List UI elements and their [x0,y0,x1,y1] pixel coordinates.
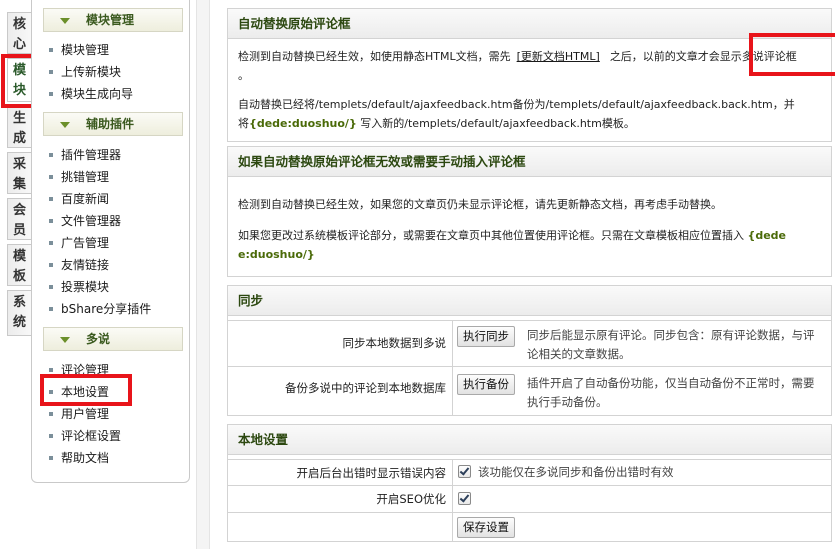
bullet-icon [49,389,53,394]
sync-panel: 同步 同步本地数据到多说 执行同步 同步后能显示原有评论。同步包含：原有评论数据… [227,285,832,416]
run-backup-button[interactable]: 执行备份 [457,374,515,395]
bullet-icon [49,47,53,52]
check-icon [459,492,470,503]
menu-item-module-manage[interactable]: 模块管理 [49,40,109,60]
group-header-module-management[interactable]: 模块管理 [43,8,183,32]
frame-scrollbar[interactable] [196,0,210,549]
bullet-icon [49,262,53,267]
tab-generate[interactable]: 生成 [7,106,31,148]
menu-item-ad-manage[interactable]: 广告管理 [49,233,109,253]
tab-collect[interactable]: 采集 [7,152,31,194]
group-header-duoshuo[interactable]: 多说 [43,327,183,351]
menu-item-user-manage[interactable]: 用户管理 [49,404,109,424]
row-divider [452,486,453,512]
menu-item-bshare[interactable]: bShare分享插件 [49,299,151,319]
tab-members[interactable]: 会员 [7,198,31,240]
panel-title: 同步 [228,286,831,316]
collapse-triangle-icon [60,337,70,343]
row-label: 同步本地数据到多说 [342,336,447,350]
group-header-plugins[interactable]: 辅助插件 [43,112,183,136]
bullet-icon [49,152,53,157]
tab-system[interactable]: 系统 [7,290,31,336]
manual-insert-panel: 如果自动替换原始评论框无效或需要手动插入评论框 检测到自动替换已经生效，如果您的… [227,146,832,277]
collapse-triangle-icon [60,122,70,128]
bullet-icon [49,411,53,416]
dede-tag-code: {dede:duoshuo/} [249,117,357,130]
menu-item-comment-manage[interactable]: 评论管理 [49,360,109,380]
row-description: 该功能仅在多说同步和备份出错时有效 [478,465,674,479]
seo-checkbox[interactable] [458,492,471,505]
bullet-icon [49,240,53,245]
menu-item-error-manage[interactable]: 挑错管理 [49,167,109,187]
bullet-icon [49,218,53,223]
bullet-icon [49,433,53,438]
local-settings-panel: 本地设置 开启后台出错时显示错误内容 该功能仅在多说同步和备份出错时有效 开启S… [227,424,832,542]
row-divider [452,367,453,416]
tab-templates[interactable]: 模板 [7,244,31,286]
menu-item-help-docs[interactable]: 帮助文档 [49,448,109,468]
manual-insert-instructions: 如果您更改过系统模板评论部分，或需要在文章页中其他位置使用评论框。只需在文章模板… [238,229,786,261]
setting-row-save: 保存设置 [228,512,831,541]
bullet-icon [49,367,53,372]
bullet-icon [49,306,53,311]
bullet-icon [49,174,53,179]
bullet-icon [49,455,53,460]
row-description: 插件开启了自动备份功能，仅当自动备份不正常时，需要 执行手动备份。 [527,376,815,409]
panel-title: 自动替换原始评论框 [228,9,831,39]
row-label: 开启SEO优化 [376,492,446,506]
tab-modules[interactable]: 模块 [7,58,31,102]
update-html-link[interactable]: [更新文档HTML] [517,50,600,63]
menu-item-file-manager[interactable]: 文件管理器 [49,211,121,231]
menu-item-local-settings[interactable]: 本地设置 [49,382,109,402]
menu-item-comment-box-settings[interactable]: 评论框设置 [49,426,121,446]
save-settings-button[interactable]: 保存设置 [457,517,515,538]
auto-replace-notice: 检测到自动替换已经生效，如使用静态HTML文档，需先 [更新文档HTML] 之后，以… [238,50,797,82]
sync-row-upload: 同步本地数据到多说 执行同步 同步后能显示原有评论。同步包含：原有评论数据，与评… [228,320,831,366]
sync-row-backup: 备份多说中的评论到本地数据库 执行备份 插件开启了自动备份功能，仅当自动备份不正… [228,366,831,416]
row-description: 同步后能显示原有评论。同步包含：原有评论数据，与评 论相关的文章数据。 [527,328,815,361]
bullet-icon [49,91,53,96]
row-label: 备份多说中的评论到本地数据库 [285,381,446,395]
row-divider [452,513,453,541]
row-label: 开启后台出错时显示错误内容 [296,466,447,480]
menu-item-vote-module[interactable]: 投票模块 [49,277,109,297]
check-icon [459,465,470,476]
run-sync-button[interactable]: 执行同步 [457,326,515,347]
bullet-icon [49,196,53,201]
row-divider [452,321,453,366]
bullet-icon [49,69,53,74]
row-divider [452,460,453,485]
tab-core[interactable]: 核心 [7,12,31,54]
setting-row-error-display: 开启后台出错时显示错误内容 该功能仅在多说同步和备份出错时有效 [228,459,831,485]
panel-title: 如果自动替换原始评论框无效或需要手动插入评论框 [228,147,831,177]
menu-item-plugin-manager[interactable]: 插件管理器 [49,145,121,165]
bullet-icon [49,284,53,289]
menu-item-upload-module[interactable]: 上传新模块 [49,62,121,82]
auto-replace-panel: 自动替换原始评论框 检测到自动替换已经生效，如使用静态HTML文档，需先 [更新文… [227,8,832,142]
panel-title: 本地设置 [228,425,831,455]
menu-item-baidu-news[interactable]: 百度新闻 [49,189,109,209]
error-display-checkbox[interactable] [458,465,471,478]
manual-insert-notice: 检测到自动替换已经生效，如果您的文章页仍未显示评论框，请先更新静态文档，再考虑手… [238,198,722,211]
left-menu-panel: 模块管理 模块管理 上传新模块 模块生成向导 辅助插件 插件管理器 挑错管理 百… [31,0,190,483]
setting-row-seo: 开启SEO优化 [228,485,831,512]
menu-item-module-wizard[interactable]: 模块生成向导 [49,84,133,104]
auto-replace-backup-info: 自动替换已经将/templets/default/ajaxfeedback.ht… [238,98,795,130]
menu-item-friend-links[interactable]: 友情链接 [49,255,109,275]
collapse-triangle-icon [60,18,70,24]
vertical-tab-rail: 核心 模块 生成 采集 会员 模板 系统 [0,0,32,549]
